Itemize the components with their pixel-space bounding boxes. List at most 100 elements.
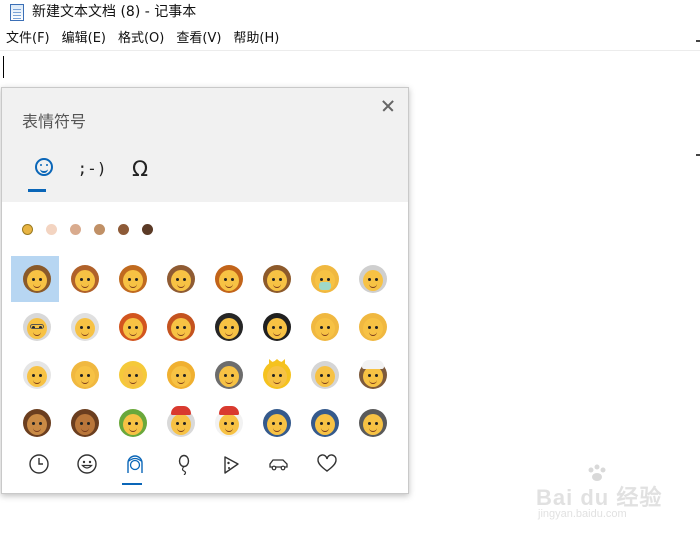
emoji-cell[interactable] xyxy=(11,256,59,302)
close-icon[interactable] xyxy=(378,96,398,116)
emoji-person-icon xyxy=(23,313,51,341)
emoji-cell[interactable] xyxy=(347,256,395,302)
emoji-person-icon xyxy=(71,265,99,293)
menu-file[interactable]: 文件(F) xyxy=(0,28,56,50)
emoji-cell[interactable] xyxy=(203,304,251,350)
emoji-person-icon xyxy=(167,313,195,341)
emoji-person-icon xyxy=(167,361,195,389)
emoji-cell[interactable] xyxy=(155,304,203,350)
smiley-icon xyxy=(35,158,53,176)
emoji-cell[interactable] xyxy=(107,400,155,438)
emoji-category-bar xyxy=(16,447,352,487)
emoji-person-icon xyxy=(167,265,195,293)
emoji-cell[interactable] xyxy=(299,400,347,438)
tab-recent[interactable] xyxy=(16,447,64,487)
emoji-cell[interactable] xyxy=(347,400,395,438)
emoji-person-icon xyxy=(119,361,147,389)
skin-tone-4[interactable] xyxy=(94,224,105,235)
emoji-cell[interactable] xyxy=(299,304,347,350)
menu-edit[interactable]: 编辑(E) xyxy=(56,28,112,50)
emoji-cell[interactable] xyxy=(251,400,299,438)
heart-icon xyxy=(317,454,337,472)
menu-bar: 文件(F) 编辑(E) 格式(O) 查看(V) 帮助(H) xyxy=(0,28,285,50)
baidu-watermark: Bai du 经验 jingyan.baidu.com xyxy=(536,464,686,524)
emoji-person-icon xyxy=(167,406,195,437)
emoji-cell[interactable] xyxy=(11,304,59,350)
emoji-person-icon xyxy=(215,406,243,437)
menu-help[interactable]: 帮助(H) xyxy=(227,28,285,50)
emoji-cell[interactable] xyxy=(155,352,203,398)
balloon-icon xyxy=(178,454,190,475)
emoji-cell[interactable] xyxy=(203,352,251,398)
emoji-person-icon xyxy=(71,361,99,389)
emoji-person-icon xyxy=(311,265,339,293)
tab-smileys[interactable] xyxy=(64,447,112,487)
tab-kaomoji[interactable]: ;-) xyxy=(68,152,116,192)
emoji-cell[interactable] xyxy=(11,352,59,398)
skin-tone-selector xyxy=(22,224,166,235)
emoji-cell[interactable] xyxy=(59,400,107,438)
watermark-sub: jingyan.baidu.com xyxy=(538,508,627,520)
tab-symbols[interactable]: Ω xyxy=(116,152,164,192)
car-icon xyxy=(269,459,288,471)
tab-emoji[interactable] xyxy=(20,152,68,192)
emoji-cell[interactable] xyxy=(155,400,203,438)
kaomoji-label: ;-) xyxy=(77,159,107,178)
skin-tone-3[interactable] xyxy=(70,224,81,235)
emoji-cell[interactable] xyxy=(299,256,347,302)
emoji-person-icon xyxy=(71,409,99,437)
emoji-person-icon xyxy=(23,409,51,437)
emoji-cell[interactable] xyxy=(107,352,155,398)
emoji-panel: 表情符号 ;-) Ω xyxy=(1,87,409,494)
emoji-cell[interactable] xyxy=(347,352,395,398)
tab-celebration[interactable] xyxy=(160,447,208,487)
emoji-person-icon xyxy=(263,313,291,341)
emoji-person-icon xyxy=(359,313,387,341)
title-bar: 新建文本文档 (8) - 记事本 xyxy=(0,0,700,26)
smiley-icon xyxy=(77,454,97,474)
menu-format[interactable]: 格式(O) xyxy=(112,28,170,50)
skin-tone-2[interactable] xyxy=(46,224,57,235)
pizza-icon xyxy=(224,456,239,474)
emoji-person-icon xyxy=(23,361,51,389)
clock-icon xyxy=(29,454,49,474)
emoji-person-icon xyxy=(119,313,147,341)
emoji-person-icon xyxy=(311,409,339,437)
emoji-cell[interactable] xyxy=(347,304,395,350)
emoji-cell[interactable] xyxy=(107,256,155,302)
skin-tone-1[interactable] xyxy=(22,224,33,235)
emoji-person-icon xyxy=(311,361,339,389)
emoji-cell[interactable] xyxy=(107,304,155,350)
emoji-person-icon xyxy=(359,360,387,389)
person-icon xyxy=(127,455,143,473)
tab-people[interactable] xyxy=(112,447,160,487)
emoji-cell[interactable] xyxy=(59,304,107,350)
emoji-cell[interactable] xyxy=(203,256,251,302)
skin-tone-6[interactable] xyxy=(142,224,153,235)
emoji-person-icon xyxy=(119,265,147,293)
category-tabs: ;-) Ω xyxy=(20,152,164,192)
emoji-cell[interactable] xyxy=(59,256,107,302)
emoji-person-icon xyxy=(71,313,99,341)
emoji-cell[interactable] xyxy=(203,400,251,438)
emoji-cell[interactable] xyxy=(251,352,299,398)
emoji-person-icon xyxy=(119,409,147,437)
scrollbar[interactable] xyxy=(696,40,700,160)
emoji-person-icon xyxy=(359,265,387,293)
emoji-cell[interactable] xyxy=(251,304,299,350)
menu-view[interactable]: 查看(V) xyxy=(170,28,227,50)
emoji-cell[interactable] xyxy=(11,400,59,438)
emoji-cell[interactable] xyxy=(155,256,203,302)
tab-food[interactable] xyxy=(208,447,256,487)
emoji-cell[interactable] xyxy=(59,352,107,398)
text-caret[interactable] xyxy=(3,56,4,78)
emoji-person-icon xyxy=(23,265,51,293)
emoji-cell[interactable] xyxy=(299,352,347,398)
window-title: 新建文本文档 (8) - 记事本 xyxy=(32,4,197,20)
tab-symbols-heart[interactable] xyxy=(304,447,352,487)
emoji-cell[interactable] xyxy=(251,256,299,302)
tab-travel[interactable] xyxy=(256,447,304,487)
emoji-person-icon xyxy=(311,313,339,341)
emoji-person-icon xyxy=(215,361,243,389)
skin-tone-5[interactable] xyxy=(118,224,129,235)
